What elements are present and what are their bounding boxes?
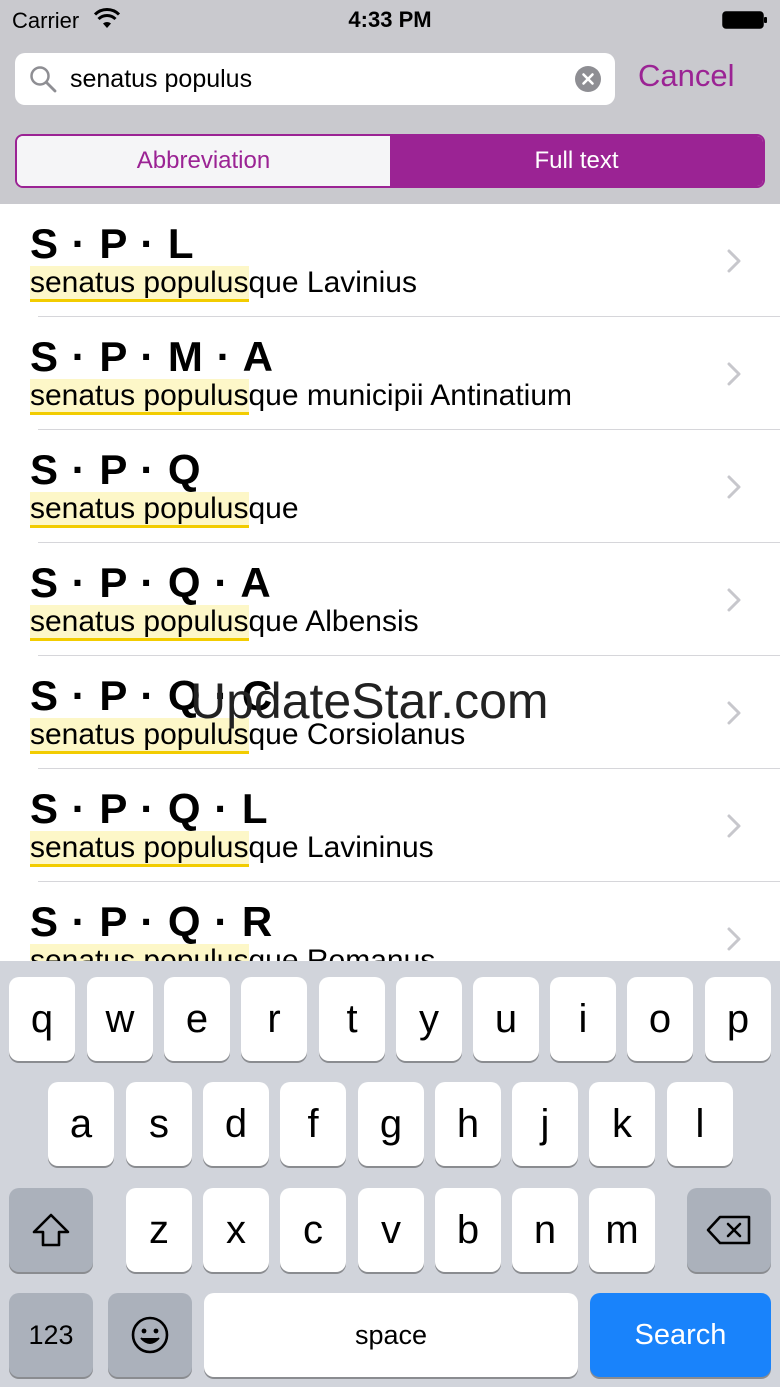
list-item[interactable]: S · P · Q senatus populusque	[0, 430, 780, 543]
key-m[interactable]: m	[589, 1188, 655, 1272]
status-bar: Carrier 4:33 PM	[0, 0, 780, 40]
expansion-text: senatus populusque municipii Antinatium	[30, 379, 573, 415]
key-s[interactable]: s	[126, 1082, 192, 1166]
key-u[interactable]: u	[473, 977, 539, 1061]
abbreviation-title: S · P · Q · A	[30, 559, 272, 606]
list-item[interactable]: S · P · Q · R senatus populusque Romanus	[0, 882, 780, 961]
key-w[interactable]: w	[87, 977, 153, 1061]
list-item[interactable]: S · P · Q · L senatus populusque Lavinin…	[0, 769, 780, 882]
key-o[interactable]: o	[627, 977, 693, 1061]
shift-icon	[32, 1213, 70, 1247]
chevron-right-icon	[727, 701, 741, 725]
expansion-rest: que Lavinius	[248, 266, 417, 299]
match-highlight: senatus populus	[30, 605, 249, 641]
chevron-right-icon	[727, 362, 741, 386]
key-l[interactable]: l	[667, 1082, 733, 1166]
expansion-rest: que Romanus	[248, 944, 436, 961]
key-x[interactable]: x	[203, 1188, 269, 1272]
abbreviation-title: S · P · Q · R	[30, 898, 274, 945]
key-z[interactable]: z	[126, 1188, 192, 1272]
segment-full-text[interactable]: Full text	[390, 136, 763, 186]
key-f[interactable]: f	[280, 1082, 346, 1166]
key-j[interactable]: j	[512, 1082, 578, 1166]
key-e[interactable]: e	[164, 977, 230, 1061]
match-highlight: senatus populus	[30, 379, 249, 415]
match-highlight: senatus populus	[30, 492, 249, 528]
segment-abbreviation[interactable]: Abbreviation	[17, 136, 390, 186]
list-item[interactable]: S · P · L senatus populusque Lavinius	[0, 204, 780, 317]
abbreviation-title: S · P · Q · L	[30, 785, 269, 832]
key-c[interactable]: c	[280, 1188, 346, 1272]
magnifier-icon	[30, 66, 57, 93]
chevron-right-icon	[727, 249, 741, 273]
search-key[interactable]: Search	[590, 1293, 771, 1377]
space-key[interactable]: space	[204, 1293, 578, 1377]
expansion-text: senatus populusque Albensis	[30, 605, 419, 641]
search-mode-control: Abbreviation Full text	[15, 134, 765, 188]
abbreviation-title: S · P · L	[30, 220, 195, 267]
cancel-button[interactable]: Cancel	[638, 58, 735, 94]
key-i[interactable]: i	[550, 977, 616, 1061]
shift-key[interactable]	[9, 1188, 93, 1272]
key-v[interactable]: v	[358, 1188, 424, 1272]
list-item[interactable]: S · P · Q · A senatus populusque Albensi…	[0, 543, 780, 656]
expansion-text: senatus populusque Romanus	[30, 944, 435, 961]
key-n[interactable]: n	[512, 1188, 578, 1272]
expansion-rest: que	[248, 492, 299, 525]
keyboard: q w e r t y u i o p a s d f g h j k l z …	[0, 961, 780, 1387]
key-k[interactable]: k	[589, 1082, 655, 1166]
key-y[interactable]: y	[396, 977, 462, 1061]
search-input[interactable]	[70, 59, 560, 99]
numbers-key[interactable]: 123	[9, 1293, 93, 1377]
key-g[interactable]: g	[358, 1082, 424, 1166]
search-field[interactable]	[15, 53, 615, 105]
emoji-key[interactable]	[108, 1293, 192, 1377]
chevron-right-icon	[727, 814, 741, 838]
match-highlight: senatus populus	[30, 266, 249, 302]
chevron-right-icon	[727, 588, 741, 612]
key-p[interactable]: p	[705, 977, 771, 1061]
list-item[interactable]: S · P · M · A senatus populusque municip…	[0, 317, 780, 430]
emoji-icon	[131, 1316, 169, 1354]
expansion-rest: que Lavininus	[248, 831, 434, 864]
key-h[interactable]: h	[435, 1082, 501, 1166]
match-highlight: senatus populus	[30, 831, 249, 867]
key-q[interactable]: q	[9, 977, 75, 1061]
abbreviation-title: S · P · M · A	[30, 333, 274, 380]
expansion-rest: que Albensis	[248, 605, 419, 638]
expansion-text: senatus populusque Lavinius	[30, 266, 417, 302]
battery-icon	[722, 11, 767, 29]
key-b[interactable]: b	[435, 1188, 501, 1272]
status-time: 4:33 PM	[348, 7, 432, 32]
watermark: UpdateStar.com	[190, 673, 549, 729]
expansion-text: senatus populusque Lavininus	[30, 831, 434, 867]
abbreviation-title: S · P · Q	[30, 446, 202, 493]
delete-icon	[706, 1215, 751, 1245]
expansion-rest: que municipii Antinatium	[248, 379, 573, 412]
chevron-right-icon	[727, 475, 741, 499]
key-a[interactable]: a	[48, 1082, 114, 1166]
delete-key[interactable]	[687, 1188, 771, 1272]
results-list: S · P · L senatus populusque Lavinius S …	[0, 204, 780, 961]
key-t[interactable]: t	[319, 977, 385, 1061]
match-highlight: senatus populus	[30, 944, 249, 961]
key-d[interactable]: d	[203, 1082, 269, 1166]
expansion-text: senatus populusque	[30, 492, 299, 528]
clear-icon[interactable]	[575, 66, 601, 92]
top-bar: Carrier 4:33 PM Cancel Abbreviation Full…	[0, 0, 780, 204]
key-r[interactable]: r	[241, 977, 307, 1061]
chevron-right-icon	[727, 927, 741, 951]
